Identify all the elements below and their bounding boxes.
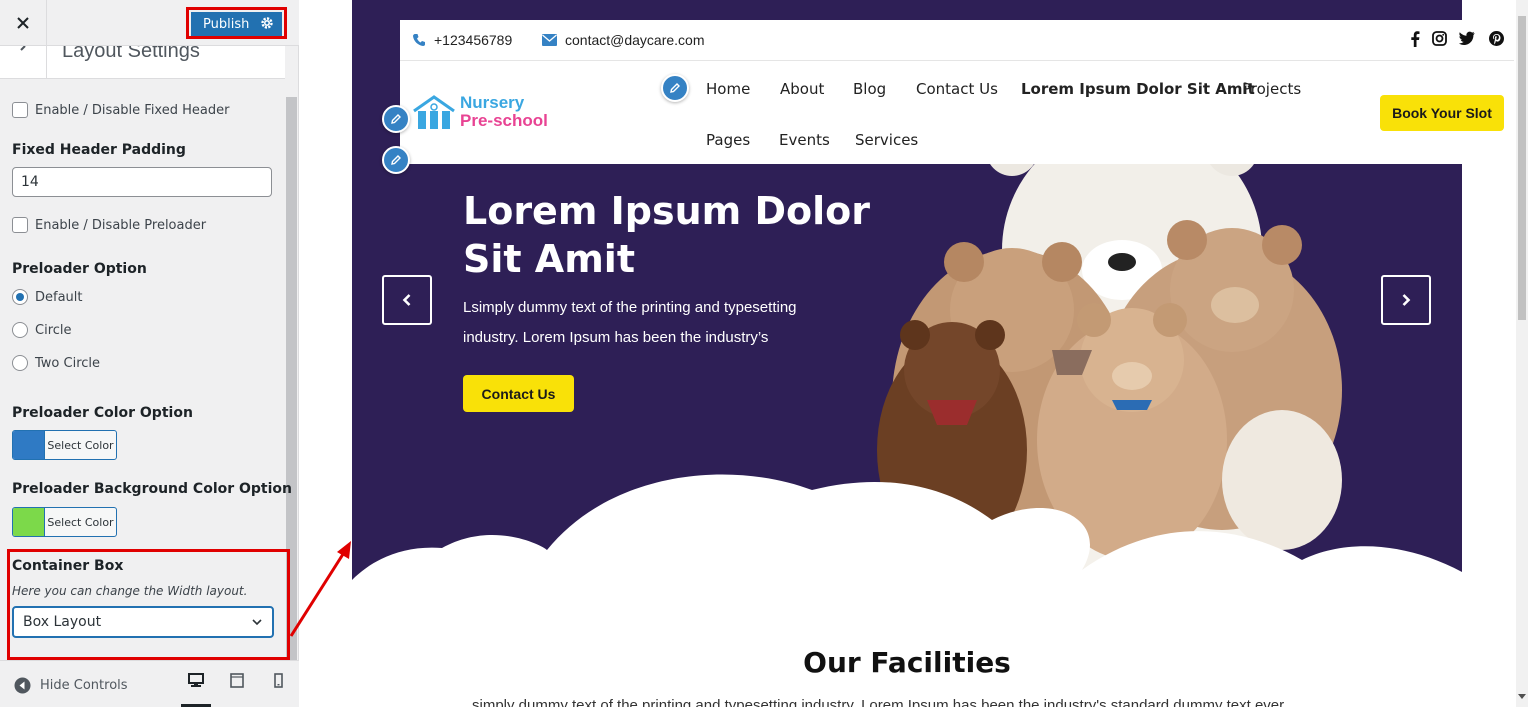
edit-shortcut-logo[interactable] bbox=[382, 105, 410, 133]
back-button[interactable] bbox=[0, 46, 47, 78]
section-title-bar: Layout Settings bbox=[0, 46, 285, 79]
preview-scrollbar[interactable] bbox=[1516, 0, 1528, 707]
container-box-label: Container Box bbox=[12, 558, 124, 574]
instagram-icon[interactable] bbox=[1432, 31, 1447, 46]
mobile-icon bbox=[273, 673, 283, 688]
preloader-toggle-label: Enable / Disable Preloader bbox=[35, 217, 207, 233]
container-box-description: Here you can change the Width layout. bbox=[12, 584, 248, 598]
fixed-header-toggle-label: Enable / Disable Fixed Header bbox=[35, 102, 230, 118]
radio-label: Default bbox=[35, 289, 83, 305]
twitter-icon[interactable] bbox=[1459, 31, 1475, 45]
publish-button[interactable]: Publish bbox=[191, 12, 282, 36]
checkbox[interactable] bbox=[12, 102, 28, 118]
radio-button[interactable] bbox=[12, 322, 28, 338]
logo-text-top: Nursery bbox=[460, 93, 525, 112]
chevron-left-icon bbox=[402, 294, 411, 306]
edit-shortcut-header[interactable] bbox=[382, 146, 410, 174]
hide-controls-label: Hide Controls bbox=[40, 678, 128, 693]
fixed-header-padding-input[interactable]: 14 bbox=[12, 167, 272, 197]
hide-controls-button[interactable]: Hide Controls bbox=[14, 677, 128, 694]
chevron-right-icon bbox=[1402, 294, 1411, 306]
nav-lorem[interactable]: Lorem Ipsum Dolor Sit Amit bbox=[1021, 80, 1255, 98]
collapse-icon bbox=[14, 677, 31, 694]
radio-default[interactable]: Default bbox=[12, 289, 83, 305]
tablet-icon bbox=[230, 673, 244, 688]
slider-prev-button[interactable] bbox=[382, 275, 432, 325]
nav-home[interactable]: Home bbox=[706, 80, 750, 98]
preloader-color-button[interactable]: Select Color bbox=[12, 430, 117, 460]
school-logo-icon bbox=[413, 95, 455, 129]
desktop-icon bbox=[188, 673, 204, 687]
publish-highlight: Publish bbox=[186, 7, 287, 39]
radio-button[interactable] bbox=[12, 355, 28, 371]
close-icon bbox=[17, 17, 29, 29]
topbar-email[interactable]: contact@daycare.com bbox=[542, 32, 705, 48]
chevron-left-icon bbox=[20, 46, 26, 51]
select-color-label: Select Color bbox=[44, 508, 116, 536]
preview-scroll-thumb[interactable] bbox=[1518, 16, 1526, 320]
phone-icon bbox=[413, 34, 425, 46]
slider-next-button[interactable] bbox=[1381, 275, 1431, 325]
device-desktop-button[interactable] bbox=[181, 673, 211, 707]
nav-projects[interactable]: Projects bbox=[1242, 80, 1301, 98]
preloader-option-label: Preloader Option bbox=[12, 261, 147, 277]
device-mobile-button[interactable] bbox=[263, 673, 293, 707]
facilities-heading: Our Facilities bbox=[803, 646, 1011, 679]
preloader-toggle[interactable]: Enable / Disable Preloader bbox=[12, 217, 206, 233]
edit-shortcut-menu[interactable] bbox=[661, 74, 689, 102]
container-layout-select[interactable]: Box Layout bbox=[12, 606, 274, 638]
radio-label: Two Circle bbox=[35, 355, 101, 371]
envelope-icon bbox=[542, 34, 557, 46]
publish-label: Publish bbox=[203, 16, 250, 32]
hero-contact-button[interactable]: Contact Us bbox=[463, 375, 574, 412]
site-topbar: +123456789 contact@daycare.com bbox=[400, 20, 1514, 61]
radio-two-circle[interactable]: Two Circle bbox=[12, 355, 100, 371]
radio-label: Circle bbox=[35, 322, 72, 338]
pencil-icon bbox=[391, 155, 401, 165]
book-slot-button[interactable]: Book Your Slot bbox=[1380, 95, 1504, 131]
chevron-down-icon bbox=[252, 619, 262, 626]
facilities-text: simply dummy text of the printing and ty… bbox=[472, 697, 1285, 707]
radio-button[interactable] bbox=[12, 289, 28, 305]
section-title: Layout Settings bbox=[62, 46, 200, 62]
scroll-down-arrow-icon[interactable] bbox=[1518, 694, 1526, 699]
facebook-icon[interactable] bbox=[1410, 31, 1420, 47]
nav-about[interactable]: About bbox=[780, 80, 824, 98]
select-color-label: Select Color bbox=[44, 431, 116, 459]
select-value: Box Layout bbox=[23, 614, 102, 630]
customizer-panel: Publish Layout Settings Enable / Disable… bbox=[0, 0, 299, 707]
preloader-bg-color-label: Preloader Background Color Option bbox=[12, 481, 293, 497]
pinterest-icon[interactable] bbox=[1489, 31, 1504, 46]
fixed-header-toggle[interactable]: Enable / Disable Fixed Header bbox=[12, 102, 229, 118]
pencil-icon bbox=[670, 83, 680, 93]
panel-footer: Hide Controls bbox=[0, 660, 299, 707]
email-text: contact@daycare.com bbox=[565, 32, 705, 48]
nav-events[interactable]: Events bbox=[779, 131, 830, 149]
radio-circle[interactable]: Circle bbox=[12, 322, 72, 338]
close-button[interactable] bbox=[0, 0, 47, 46]
device-tablet-button[interactable] bbox=[222, 673, 252, 707]
phone-text: +123456789 bbox=[434, 32, 513, 48]
pencil-icon bbox=[391, 114, 401, 124]
gear-icon[interactable] bbox=[260, 16, 274, 30]
nav-blog[interactable]: Blog bbox=[853, 80, 886, 98]
site-logo[interactable]: Nursery Pre-school bbox=[412, 93, 562, 133]
preloader-color-label: Preloader Color Option bbox=[12, 405, 193, 421]
panel-header: Publish bbox=[0, 0, 299, 46]
color-swatch bbox=[13, 508, 44, 536]
nav-pages[interactable]: Pages bbox=[706, 131, 750, 149]
color-swatch bbox=[13, 431, 44, 459]
hero-text: Lsimply dummy text of the printing and t… bbox=[463, 299, 797, 346]
preloader-bg-color-button[interactable]: Select Color bbox=[12, 507, 117, 537]
checkbox[interactable] bbox=[12, 217, 28, 233]
nav-contact[interactable]: Contact Us bbox=[916, 80, 998, 98]
topbar-phone[interactable]: +123456789 bbox=[412, 32, 512, 48]
nav-services[interactable]: Services bbox=[855, 131, 918, 149]
hero-title: Lorem Ipsum Dolor Sit Amit bbox=[463, 189, 871, 281]
logo-text-bottom: Pre-school bbox=[460, 111, 548, 130]
fixed-header-padding-label: Fixed Header Padding bbox=[12, 142, 186, 158]
